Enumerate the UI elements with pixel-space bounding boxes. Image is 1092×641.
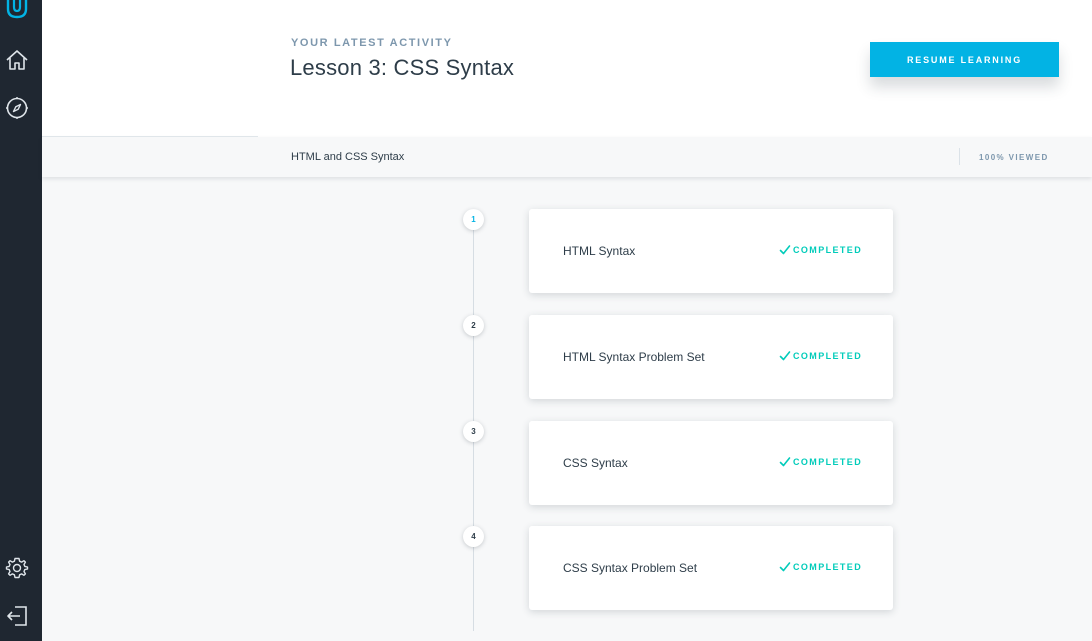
logout-icon[interactable] <box>4 603 30 629</box>
completed-status: COMPLETED <box>779 350 862 362</box>
concept-card[interactable]: HTML Syntax COMPLETED <box>529 209 893 293</box>
sidebar-nav <box>0 0 42 641</box>
completed-status: COMPLETED <box>779 244 862 256</box>
concept-title: HTML and CSS Syntax <box>291 151 405 163</box>
concept-card[interactable]: CSS Syntax COMPLETED <box>529 421 893 505</box>
concept-card-title: HTML Syntax Problem Set <box>563 350 705 364</box>
step-number-badge: 2 <box>463 315 484 336</box>
settings-gear-icon[interactable] <box>4 555 30 581</box>
checkmark-icon <box>779 457 791 467</box>
checkmark-icon <box>779 562 791 572</box>
concept-card-title: HTML Syntax <box>563 244 636 258</box>
compass-icon[interactable] <box>4 95 30 121</box>
checkmark-icon <box>779 351 791 361</box>
concept-card[interactable]: CSS Syntax Problem Set COMPLETED <box>529 526 893 610</box>
concept-bar-divider <box>959 148 960 165</box>
home-icon[interactable] <box>4 47 30 73</box>
completed-status: COMPLETED <box>779 456 862 468</box>
activity-header: YOUR LATEST ACTIVITY Lesson 3: CSS Synta… <box>42 0 1092 137</box>
concept-card-title: CSS Syntax Problem Set <box>563 561 698 575</box>
completed-label: COMPLETED <box>793 245 863 255</box>
step-number-badge: 4 <box>463 526 484 547</box>
udacity-logo-icon[interactable] <box>4 0 30 20</box>
step-number-badge: 3 <box>463 421 484 442</box>
lesson-title: Lesson 3: CSS Syntax <box>290 55 515 80</box>
completed-status: COMPLETED <box>779 561 862 573</box>
concept-card[interactable]: HTML Syntax Problem Set COMPLETED <box>529 315 893 399</box>
completed-label: COMPLETED <box>793 351 863 361</box>
completed-label: COMPLETED <box>793 457 863 467</box>
progress-viewed-label: 100% VIEWED <box>979 153 1049 162</box>
checkmark-icon <box>779 245 791 255</box>
resume-learning-button[interactable]: RESUME LEARNING <box>870 42 1059 77</box>
completed-label: COMPLETED <box>793 562 863 572</box>
concept-card-title: CSS Syntax <box>563 456 628 470</box>
step-number-badge: 1 <box>463 209 484 230</box>
latest-activity-label: YOUR LATEST ACTIVITY <box>291 37 453 49</box>
concept-bar: HTML and CSS Syntax 100% VIEWED <box>42 137 1092 177</box>
